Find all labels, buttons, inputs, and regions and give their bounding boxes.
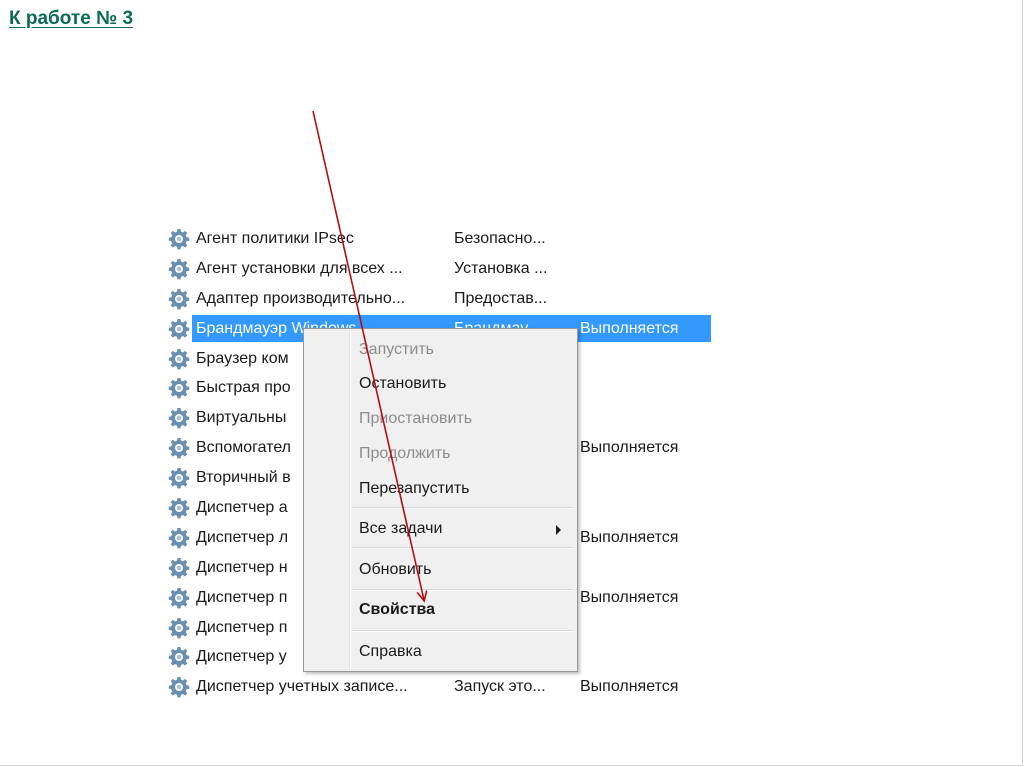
gear-icon [167,645,191,669]
menu-item-label: Перезапустить [359,480,470,497]
context-menu: Запустить Остановить Приостановить Продо… [303,328,578,672]
gear-icon [167,496,191,520]
gear-icon [167,586,191,610]
menu-item-properties[interactable]: Свойства [306,595,575,625]
service-status: Выполняется [580,439,679,457]
menu-item-label: Запустить [359,341,434,358]
menu-item-label: Все задачи [359,520,443,537]
slide-title: К работе № 3 [9,8,134,29]
menu-item-stop[interactable]: Остановить [306,369,575,399]
gear-icon [167,317,191,341]
gear-icon [167,436,191,460]
menu-item-help[interactable]: Справка [306,637,575,667]
menu-item-all-tasks[interactable]: Все задачи [306,514,575,544]
gear-icon [167,287,191,311]
menu-item-restart[interactable]: Перезапустить [306,474,575,504]
service-status: Выполняется [580,588,679,606]
menu-item-label: Свойства [359,601,436,618]
gear-icon [167,227,191,251]
gear-icon [167,257,191,281]
menu-separator [352,547,573,549]
service-description: Безопасно... [454,230,546,247]
service-row[interactable]: Диспетчер учетных записе... Запуск это...… [166,671,711,701]
menu-item-label: Остановить [359,375,447,392]
service-row[interactable]: Агент политики IPsec Безопасно... [166,223,711,253]
service-status: Выполняется [580,678,679,696]
service-name: Диспетчер учетных записе... [196,678,408,696]
menu-item-refresh[interactable]: Обновить [306,555,575,585]
menu-item-start[interactable]: Запустить [306,335,575,365]
gear-icon [167,406,191,430]
gear-icon [167,675,191,699]
gear-icon [167,616,191,640]
service-description: Запуск это... [454,678,546,696]
service-description: Установка ... [454,259,548,277]
service-row[interactable]: Агент установки для всех ... Установка ..… [166,253,711,283]
menu-separator [352,589,573,591]
menu-item-label: Приостановить [359,410,473,427]
gear-icon [167,526,191,550]
menu-separator [352,630,573,632]
menu-item-label: Обновить [359,561,432,578]
menu-item-resume[interactable]: Продолжить [306,439,575,469]
service-name: Агент политики IPsec [196,230,354,247]
service-name: Адаптер производительно... [196,289,406,307]
service-name: Агент установки для всех ... [196,259,403,277]
service-status: Выполняется [580,528,679,546]
menu-item-label: Справка [359,643,422,660]
chevron-right-icon [556,525,561,535]
gear-icon [167,556,191,580]
menu-item-label: Продолжить [359,445,451,462]
service-description: Предостав... [454,289,548,307]
menu-separator [352,507,573,509]
service-row[interactable]: Адаптер производительно... Предостав... [166,283,711,313]
gear-icon [167,466,191,490]
gear-icon [167,347,191,371]
menu-item-pause[interactable]: Приостановить [306,404,575,434]
service-status: Выполняется [580,319,679,337]
gear-icon [167,376,191,400]
